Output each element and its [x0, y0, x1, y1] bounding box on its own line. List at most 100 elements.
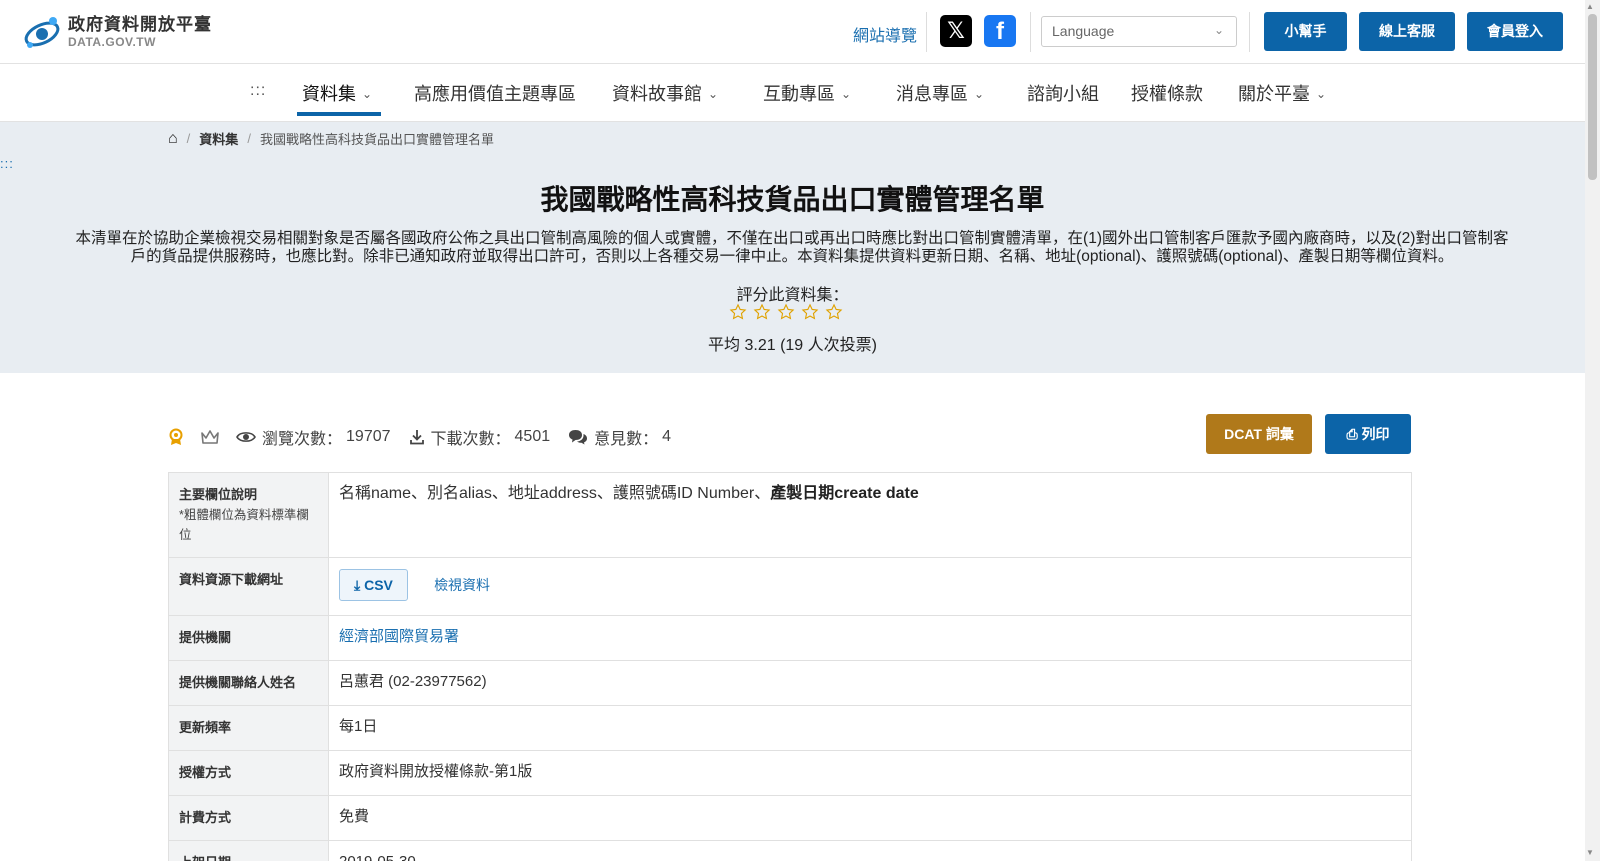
- menu-item-advisory[interactable]: 諮詢小組: [1027, 80, 1099, 106]
- menu-item-about[interactable]: 關於平臺 ⌄: [1238, 80, 1326, 106]
- dcat-vocabulary-button[interactable]: DCAT 詞彙: [1206, 414, 1312, 454]
- breadcrumb-separator: /: [247, 131, 251, 146]
- downloads-stat: 下載次數： 4501: [409, 425, 551, 449]
- table-row: 更新頻率 每1日: [168, 705, 1412, 751]
- language-select[interactable]: Language ⌄: [1041, 16, 1237, 47]
- language-select-value: Language: [1052, 23, 1115, 39]
- online-support-button[interactable]: 線上客服: [1359, 12, 1455, 51]
- download-icon: [409, 430, 424, 445]
- table-row: 提供機關聯絡人姓名 呂蕙君 (02-23977562): [168, 660, 1412, 706]
- home-icon[interactable]: ⌂: [168, 130, 178, 148]
- print-button[interactable]: ⎙ 列印: [1325, 414, 1411, 454]
- comments-count: 4: [662, 428, 672, 445]
- row-key: 資料資源下載網址: [168, 557, 329, 616]
- star-icon[interactable]: [825, 303, 843, 321]
- csv-download-button[interactable]: ⤓ CSV: [339, 569, 408, 601]
- row-key: 主要欄位說明 *粗體欄位為資料標準欄位: [168, 472, 329, 558]
- table-row: 上架日期 2019-05-30: [168, 840, 1412, 861]
- star-icon[interactable]: [777, 303, 795, 321]
- fields-key-label: 主要欄位說明: [179, 487, 258, 502]
- chevron-down-icon: ⌄: [1316, 87, 1327, 101]
- table-row: 計費方式 免費: [168, 795, 1412, 841]
- dataset-info-table: 主要欄位說明 *粗體欄位為資料標準欄位 名稱name、別名alias、地址add…: [168, 472, 1412, 861]
- menu-accesskey-dots[interactable]: :::: [250, 82, 266, 100]
- download-icon: ⤓: [354, 577, 361, 593]
- rating-stars: [729, 303, 843, 321]
- row-key: 更新頻率: [168, 705, 329, 751]
- dataset-hero: ⌂ / 資料集 / 我國戰略性高科技貨品出口實體管理名單 ::: 我國戰略性高科…: [0, 122, 1585, 373]
- fields-value: 名稱name、別名alias、地址address、護照號碼ID Number、: [339, 485, 771, 502]
- comments-label: 意見數：: [594, 431, 659, 448]
- logo-icon: [24, 17, 60, 48]
- comments-icon: [569, 430, 588, 445]
- scrollbar-thumb[interactable]: [1588, 14, 1597, 180]
- menu-item-label: 資料集: [302, 84, 356, 104]
- csv-download-label: CSV: [364, 577, 393, 593]
- fields-key-note: *粗體欄位為資料標準欄位: [179, 508, 309, 542]
- sitemap-link[interactable]: 網站導覽: [853, 22, 917, 46]
- star-icon[interactable]: [801, 303, 819, 321]
- views-label: 瀏覽次數：: [262, 431, 343, 448]
- chevron-down-icon: ⌄: [841, 87, 852, 101]
- row-value: 呂蕙君 (02-23977562): [328, 660, 1412, 706]
- table-row: 提供機關 經濟部國際貿易署: [168, 615, 1412, 661]
- row-value: 政府資料開放授權條款-第1版: [328, 750, 1412, 796]
- menu-item-high-value-data[interactable]: 高應用價值主題專區: [414, 80, 576, 106]
- table-row: 資料資源下載網址 ⤓ CSV 檢視資料: [168, 557, 1412, 616]
- dataset-description: 本清單在於協助企業檢視交易相關對象是否屬各國政府公佈之具出口管制高風險的個人或實…: [75, 230, 1509, 265]
- menu-item-datasets[interactable]: 資料集 ⌄: [302, 80, 372, 106]
- row-value: 每1日: [328, 705, 1412, 751]
- menu-item-label: 資料故事館: [612, 84, 702, 104]
- downloads-count: 4501: [514, 428, 551, 445]
- scroll-down-arrow-icon[interactable]: ▼: [1586, 848, 1594, 857]
- row-value: 2019-05-30: [328, 840, 1412, 861]
- menu-item-interactive[interactable]: 互動專區 ⌄: [763, 80, 851, 106]
- menu-item-label: 高應用價值主題專區: [414, 84, 576, 104]
- page-title: 我國戰略性高科技貨品出口實體管理名單: [540, 184, 1045, 215]
- row-value: 名稱name、別名alias、地址address、護照號碼ID Number、產…: [328, 472, 1412, 558]
- menu-item-data-stories[interactable]: 資料故事館 ⌄: [612, 80, 718, 106]
- chevron-down-icon: ⌄: [362, 87, 373, 101]
- menu-item-label: 消息專區: [896, 84, 968, 104]
- main-menu: ::: 資料集 ⌄ 高應用價值主題專區 資料故事館 ⌄ 互動專區 ⌄ 消息專區 ⌄ 諮詢…: [0, 64, 1585, 122]
- row-key: 授權方式: [168, 750, 329, 796]
- downloads-label: 下載次數：: [430, 431, 511, 448]
- provider-agency-link[interactable]: 經濟部國際貿易署: [339, 628, 459, 645]
- breadcrumb-datasets-link[interactable]: 資料集: [199, 129, 238, 148]
- scroll-up-arrow-icon[interactable]: ▲: [1586, 2, 1594, 11]
- menu-item-label: 關於平臺: [1238, 84, 1310, 104]
- breadcrumb-current: 我國戰略性高科技貨品出口實體管理名單: [259, 132, 494, 147]
- row-value: ⤓ CSV 檢視資料: [328, 557, 1412, 616]
- table-row: 主要欄位說明 *粗體欄位為資料標準欄位 名稱name、別名alias、地址add…: [168, 472, 1412, 558]
- row-key: 上架日期: [168, 840, 329, 861]
- breadcrumb: ⌂ / 資料集 / 我國戰略性高科技貨品出口實體管理名單: [168, 129, 494, 148]
- star-icon[interactable]: [753, 303, 771, 321]
- menu-item-license[interactable]: 授權條款: [1131, 80, 1203, 106]
- helper-button[interactable]: 小幫手: [1264, 12, 1347, 51]
- table-row: 授權方式 政府資料開放授權條款-第1版: [168, 750, 1412, 796]
- member-login-button[interactable]: 會員登入: [1467, 12, 1563, 51]
- printer-icon: ⎙: [1346, 426, 1358, 442]
- menu-item-news[interactable]: 消息專區 ⌄: [896, 80, 984, 106]
- site-logo[interactable]: 政府資料開放平臺 DATA.GOV.TW: [22, 12, 222, 52]
- menu-item-label: 授權條款: [1131, 84, 1203, 104]
- logo-subtitle: DATA.GOV.TW: [68, 35, 156, 49]
- views-stat: 瀏覽次數： 19707: [236, 425, 391, 449]
- site-header: 政府資料開放平臺 DATA.GOV.TW 網站導覽 𝕏 f Language ⌄…: [0, 0, 1585, 64]
- view-data-link[interactable]: 檢視資料: [434, 577, 490, 593]
- facebook-icon[interactable]: f: [984, 15, 1016, 47]
- star-icon[interactable]: [729, 303, 747, 321]
- header-divider: [926, 12, 927, 52]
- content-accesskey-dots[interactable]: :::: [0, 156, 14, 171]
- header-divider: [1249, 12, 1250, 52]
- comments-stat: 意見數： 4: [568, 425, 671, 449]
- x-twitter-icon[interactable]: 𝕏: [940, 15, 972, 47]
- chevron-down-icon: ⌄: [974, 87, 985, 101]
- chevron-down-icon: ⌄: [1213, 23, 1224, 37]
- rating-average: 平均 3.21 (19 人次投票): [708, 337, 877, 354]
- row-value: 經濟部國際貿易署: [328, 615, 1412, 661]
- row-key: 計費方式: [168, 795, 329, 841]
- menu-item-label: 諮詢小組: [1027, 84, 1099, 104]
- header-divider: [1030, 12, 1031, 52]
- row-key: 提供機關聯絡人姓名: [168, 660, 329, 706]
